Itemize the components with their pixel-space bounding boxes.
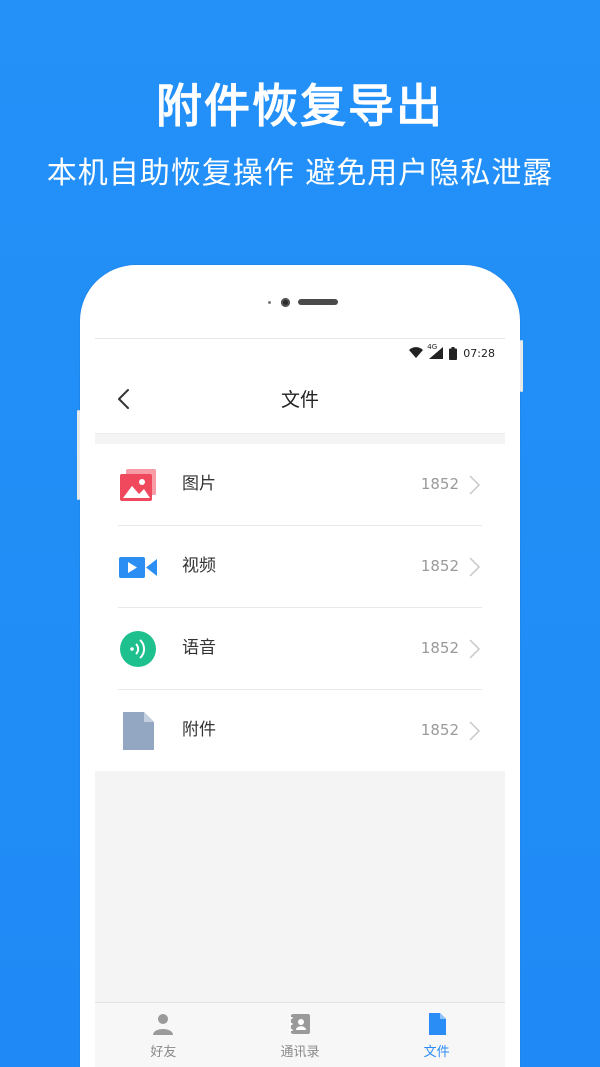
chevron-right-icon	[469, 475, 481, 495]
list-item-label: 视频	[182, 556, 216, 576]
contacts-book-icon	[289, 1014, 310, 1034]
tab-label: 通讯录	[280, 1045, 320, 1060]
list-item-images[interactable]: 图片 1852	[118, 444, 482, 526]
list-item-count: 1852	[420, 475, 459, 493]
person-icon	[153, 1014, 174, 1035]
battery-icon	[449, 346, 458, 360]
proximity-sensor	[268, 301, 271, 304]
voice-icon	[120, 631, 156, 667]
video-icon	[119, 557, 157, 578]
page-title: 文件	[280, 389, 319, 411]
list-item-count: 1852	[420, 721, 459, 739]
list-item-count: 1852	[420, 639, 459, 657]
file-icon	[123, 712, 154, 750]
promo-subline: 本机自助恢复操作 避免用户隐私泄露	[46, 156, 554, 191]
list-item-label: 图片	[182, 474, 216, 494]
list-item-attachments[interactable]: 附件 1852	[118, 690, 482, 771]
network-type-label: 4G	[427, 343, 438, 351]
promo-screen: 附件恢复导出 本机自助恢复操作 避免用户隐私泄露 4G 07:28 文件 图片 …	[0, 0, 600, 1067]
status-bar: 4G 07:28	[95, 339, 505, 367]
tab-files[interactable]: 文件	[368, 1003, 505, 1067]
phone-volume-button	[77, 410, 80, 500]
chevron-right-icon	[469, 721, 481, 741]
list-item-label: 语音	[182, 638, 216, 658]
chevron-right-icon	[469, 557, 481, 577]
phone-power-button	[520, 340, 523, 392]
list-item-videos[interactable]: 视频 1852	[118, 526, 482, 608]
list-item-count: 1852	[420, 557, 459, 575]
earpiece-speaker	[298, 299, 338, 305]
wifi-icon	[409, 347, 424, 358]
promo-headline: 附件恢复导出	[156, 79, 444, 133]
document-icon	[428, 1013, 446, 1035]
tab-contacts[interactable]: 通讯录	[232, 1003, 369, 1067]
phone-screen: 4G 07:28 文件 图片 1852 视频 1852 语音 1852 附件 1…	[95, 338, 505, 1067]
front-camera	[281, 298, 290, 307]
list-item-label: 附件	[182, 720, 216, 740]
status-icons: 4G 07:28	[409, 343, 495, 361]
cellular-signal-icon: 4G	[427, 343, 444, 359]
app-bar: 文件	[95, 367, 505, 434]
tab-friends[interactable]: 好友	[95, 1003, 232, 1067]
phone-mockup: 4G 07:28 文件 图片 1852 视频 1852 语音 1852 附件 1…	[77, 265, 523, 1067]
status-time: 07:28	[463, 346, 495, 360]
tab-label: 好友	[150, 1045, 177, 1060]
chevron-right-icon	[469, 639, 481, 659]
list-item-voice[interactable]: 语音 1852	[118, 608, 482, 690]
tab-label: 文件	[423, 1045, 450, 1060]
image-icon	[120, 469, 156, 501]
bottom-tab-bar: 好友 通讯录 文件	[95, 1002, 505, 1067]
file-category-list: 图片 1852 视频 1852 语音 1852 附件 1852	[95, 444, 505, 771]
